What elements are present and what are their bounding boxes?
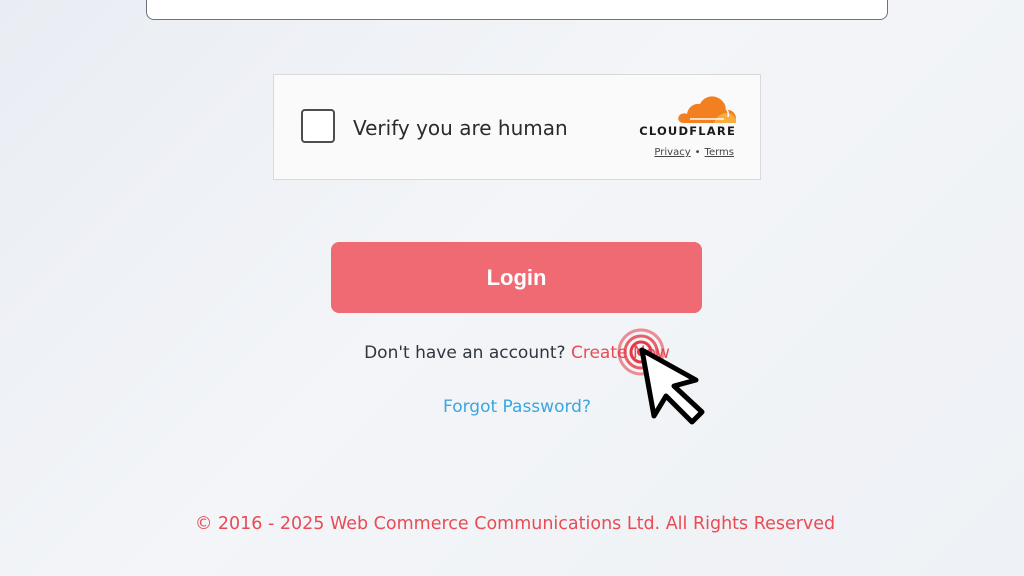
privacy-link[interactable]: Privacy — [654, 147, 690, 158]
pointer-arrow-icon — [639, 347, 705, 425]
signup-prompt-text: Don't have an account? — [364, 343, 566, 363]
cloudflare-links: Privacy • Terms — [604, 147, 734, 158]
cloudflare-turnstile-widget: Verify you are human CLOUDFLARE Privacy •… — [273, 74, 761, 180]
copyright-footer: © 2016 - 2025 Web Commerce Communication… — [194, 514, 836, 534]
link-separator: • — [694, 147, 701, 158]
verify-human-checkbox[interactable] — [301, 109, 335, 143]
cloudflare-cloud-icon — [678, 96, 736, 123]
verify-human-label: Verify you are human — [353, 116, 568, 140]
cloudflare-wordmark: CLOUDFLARE — [639, 124, 736, 138]
text-input-field[interactable] — [146, 0, 888, 20]
login-button[interactable]: Login — [331, 242, 702, 313]
terms-link[interactable]: Terms — [705, 147, 734, 158]
signup-prompt-row: Don't have an account? Create Now — [0, 343, 1024, 363]
forgot-password-link[interactable]: Forgot Password? — [0, 397, 1024, 417]
